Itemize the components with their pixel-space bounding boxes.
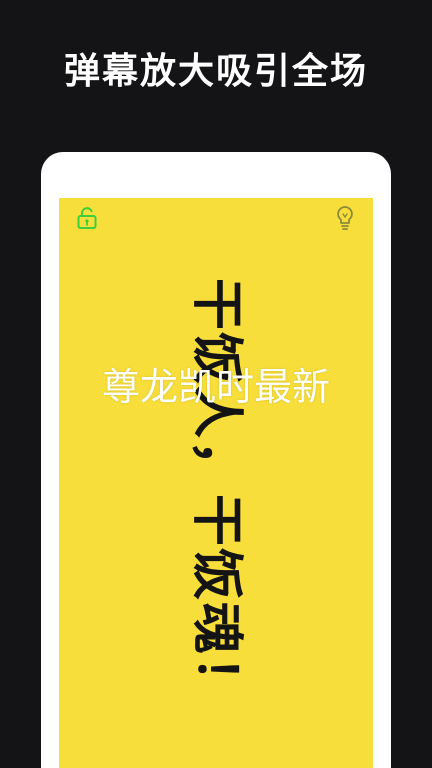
marquee-area: 干饭人，干饭魂！ xyxy=(59,198,373,768)
marquee-screen[interactable]: 干饭人，干饭魂！ xyxy=(59,198,373,768)
marquee-text: 干饭人，干饭魂！ xyxy=(186,278,246,711)
promo-page: 弹幕放大吸引全场 干饭人，干饭魂！ 尊龙凯时最新 xyxy=(0,0,432,768)
phone-frame: 干饭人，干饭魂！ xyxy=(41,152,391,768)
watermark-text: 尊龙凯时最新 xyxy=(101,365,330,409)
promo-headline: 弹幕放大吸引全场 xyxy=(63,51,368,92)
